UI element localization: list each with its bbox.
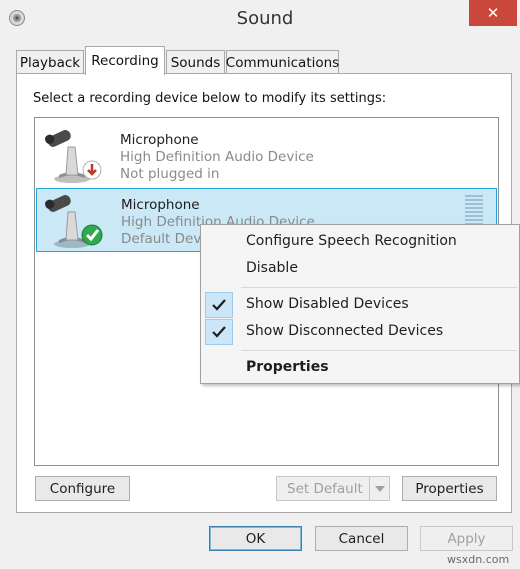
microphone-icon bbox=[45, 195, 103, 248]
close-button[interactable]: ✕ bbox=[469, 0, 517, 26]
watermark: wsxdn.com bbox=[447, 553, 510, 566]
tab-recording[interactable]: Recording bbox=[85, 46, 165, 75]
menu-separator bbox=[241, 287, 517, 288]
level-meter bbox=[465, 195, 483, 227]
menu-item-label: Configure Speech Recognition bbox=[246, 233, 457, 249]
checkmark-icon bbox=[205, 292, 233, 318]
microphone-icon bbox=[45, 130, 102, 183]
menu-item-label: Properties bbox=[246, 359, 329, 375]
device-name: Microphone bbox=[121, 197, 200, 213]
configure-button[interactable]: Configure bbox=[35, 476, 130, 501]
menu-item-label: Disable bbox=[246, 260, 298, 276]
title-bar[interactable]: Sound ✕ bbox=[0, 0, 520, 36]
properties-button[interactable]: Properties bbox=[402, 476, 497, 501]
cancel-button[interactable]: Cancel bbox=[315, 526, 408, 551]
tab-sounds[interactable]: Sounds bbox=[166, 50, 225, 74]
set-default-button[interactable]: Set Default bbox=[276, 476, 390, 501]
window-title: Sound bbox=[236, 8, 294, 29]
menu-separator bbox=[241, 350, 517, 351]
menu-item-label: Show Disabled Devices bbox=[246, 296, 409, 312]
menu-item-properties[interactable]: Properties bbox=[201, 355, 519, 381]
tab-playback[interactable]: Playback bbox=[16, 50, 84, 74]
context-menu: Configure Speech Recognition Disable Sho… bbox=[200, 224, 520, 384]
ok-button[interactable]: OK bbox=[209, 526, 302, 551]
dropdown-arrow-icon[interactable] bbox=[369, 477, 389, 500]
device-name: Microphone bbox=[120, 132, 199, 148]
menu-item-label: Show Disconnected Devices bbox=[246, 323, 444, 339]
device-microphone-unplugged[interactable]: Microphone High Definition Audio Device … bbox=[36, 122, 497, 186]
sound-dialog: Sound ✕ Playback Recording Sounds Commun… bbox=[0, 0, 520, 569]
tab-communications[interactable]: Communications bbox=[226, 50, 339, 74]
device-detail: High Definition Audio Device bbox=[120, 149, 314, 165]
menu-item-configure-speech[interactable]: Configure Speech Recognition bbox=[201, 229, 519, 255]
menu-item-show-disabled[interactable]: Show Disabled Devices bbox=[201, 292, 519, 318]
instruction-text: Select a recording device below to modif… bbox=[33, 91, 387, 106]
menu-item-disable[interactable]: Disable bbox=[201, 256, 519, 282]
device-status: Not plugged in bbox=[120, 166, 220, 182]
menu-item-show-disconnected[interactable]: Show Disconnected Devices bbox=[201, 319, 519, 345]
checkmark-icon bbox=[205, 319, 233, 345]
set-default-label: Set Default bbox=[287, 480, 363, 497]
apply-button[interactable]: Apply bbox=[420, 526, 513, 551]
